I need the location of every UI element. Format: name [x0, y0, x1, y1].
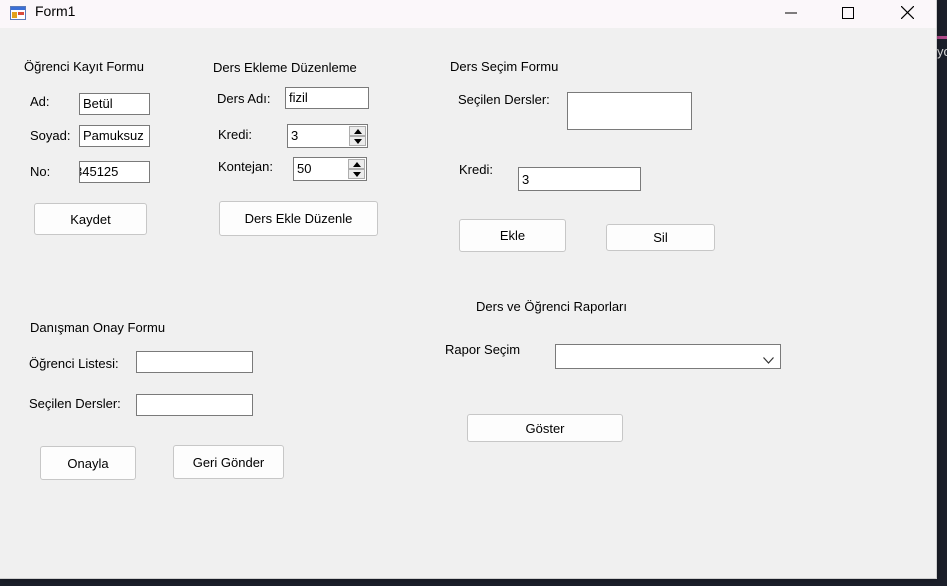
close-icon [900, 5, 914, 22]
chevron-down-icon [763, 352, 774, 367]
maximize-icon [842, 6, 854, 22]
ders-adi-input[interactable]: fizil [285, 87, 369, 109]
minimize-icon [785, 7, 797, 22]
close-button[interactable] [884, 0, 930, 28]
ekle-button[interactable]: Ekle [459, 219, 566, 252]
app-icon [10, 5, 26, 21]
maximize-button[interactable] [825, 0, 871, 28]
kredi-stepper-down-button[interactable] [349, 136, 366, 146]
secim-kredi-label: Kredi: [459, 162, 493, 177]
form-window: Form1 Öğrenci Kayıt Formu Ad: Betül Soya… [0, 0, 937, 579]
ad-label: Ad: [30, 94, 50, 109]
minimize-button[interactable] [768, 0, 814, 28]
window-title: Form1 [35, 3, 76, 19]
no-label: No: [30, 164, 51, 179]
secim-kredi-input[interactable]: 3 [518, 167, 641, 191]
secilen-dersler-label: Seçilen Dersler: [458, 92, 550, 107]
ders-secim-title: Ders Seçim Formu [450, 59, 559, 74]
raporlar-title: Ders ve Öğrenci Raporları [476, 299, 627, 314]
onayla-button[interactable]: Onayla [40, 446, 136, 480]
ogrenci-listesi-input[interactable] [136, 351, 253, 373]
ogrenci-kayit-title: Öğrenci Kayıt Formu [24, 59, 144, 74]
background-accent-line [936, 36, 947, 39]
title-bar: Form1 [0, 0, 936, 28]
geri-gonder-button[interactable]: Geri Gönder [173, 445, 284, 479]
rapor-secim-label: Rapor Seçim [445, 342, 521, 357]
no-input-text: 345125 [79, 164, 119, 179]
kredi-label: Kredi: [218, 127, 252, 142]
kontejan-stepper-up-button[interactable] [348, 159, 365, 169]
soyad-input[interactable]: Pamuksuz [79, 125, 150, 147]
ders-adi-label: Ders Adı: [217, 91, 271, 106]
kontejan-stepper[interactable]: 50 [293, 157, 367, 181]
ders-ekle-duzenle-button[interactable]: Ders Ekle Düzenle [219, 201, 378, 236]
soyad-label: Soyad: [30, 128, 71, 143]
no-input[interactable]: 345125 [79, 161, 150, 183]
kontejan-stepper-down-button[interactable] [348, 169, 365, 179]
background-edge-text: yo [937, 44, 947, 59]
onay-secilen-dersler-label: Seçilen Dersler: [29, 396, 121, 411]
rapor-secim-dropdown[interactable] [555, 344, 781, 369]
secilen-dersler-input[interactable] [567, 92, 692, 130]
ders-ekleme-title: Ders Ekleme Düzenleme [213, 60, 357, 75]
kontejan-stepper-value: 50 [297, 161, 312, 176]
ogrenci-listesi-label: Öğrenci Listesi: [29, 356, 119, 371]
kontejan-label: Kontejan: [218, 159, 273, 174]
sil-button[interactable]: Sil [606, 224, 715, 251]
kaydet-button[interactable]: Kaydet [34, 203, 147, 235]
kredi-stepper-up-button[interactable] [349, 126, 366, 136]
ad-input[interactable]: Betül [79, 93, 150, 115]
goster-button[interactable]: Göster [467, 414, 623, 442]
onay-secilen-dersler-input[interactable] [136, 394, 253, 416]
kredi-stepper[interactable]: 3 [287, 124, 368, 148]
kredi-stepper-value: 3 [291, 128, 299, 143]
danisman-onay-title: Danışman Onay Formu [30, 320, 166, 335]
